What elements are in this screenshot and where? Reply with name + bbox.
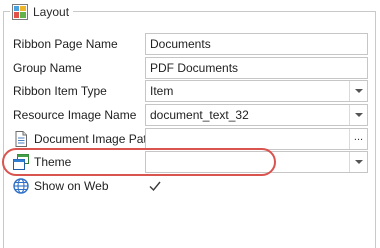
show-on-web-row: Show on Web (0, 175, 380, 197)
ribbon-item-type-label: Ribbon Item Type (13, 84, 107, 98)
theme-icon (12, 153, 30, 171)
document-image-path-value (146, 129, 349, 149)
group-name-input[interactable]: PDF Documents (145, 57, 368, 79)
theme-label: Theme (34, 155, 72, 169)
show-on-web-checkbox[interactable] (147, 178, 163, 194)
document-image-path-row: Document Image Path ... (0, 128, 380, 150)
globe-icon (12, 177, 30, 195)
chevron-down-icon (354, 89, 363, 93)
theme-dropdown-button[interactable] (349, 152, 367, 172)
resource-image-name-value: document_text_32 (150, 108, 249, 122)
chevron-down-icon (354, 160, 363, 164)
theme-row: Theme (0, 151, 380, 173)
ribbon-item-type-dropdown-button[interactable] (349, 81, 367, 101)
group-name-label: Group Name (13, 61, 82, 75)
resource-image-name-label: Resource Image Name (13, 108, 137, 122)
resource-image-name-dropdown[interactable]: document_text_32 (145, 104, 368, 126)
browse-button-label: ... (353, 131, 364, 143)
ribbon-page-name-row: Ribbon Page Name Documents (0, 33, 380, 55)
show-on-web-label: Show on Web (34, 179, 109, 193)
ribbon-page-name-value: Documents (150, 37, 211, 51)
resource-image-name-dropdown-button[interactable] (349, 105, 367, 125)
ribbon-page-name-label: Ribbon Page Name (13, 37, 118, 51)
checkmark-icon (149, 181, 161, 192)
group-name-row: Group Name PDF Documents (0, 57, 380, 79)
chevron-down-icon (354, 113, 363, 117)
layout-group-header: Layout (10, 3, 74, 20)
layout-group-title: Layout (33, 4, 70, 19)
browse-button[interactable]: ... (349, 129, 367, 149)
ribbon-page-name-input[interactable]: Documents (145, 33, 368, 55)
theme-value (146, 152, 349, 172)
theme-dropdown[interactable] (145, 151, 368, 173)
layout-group-icon (12, 3, 28, 20)
document-image-path-label: Document Image Path (34, 132, 154, 146)
ribbon-item-type-dropdown[interactable]: Item (145, 80, 368, 102)
resource-image-name-row: Resource Image Name document_text_32 (0, 104, 380, 126)
document-icon (12, 130, 30, 148)
group-name-value: PDF Documents (150, 61, 239, 75)
ribbon-item-type-row: Ribbon Item Type Item (0, 80, 380, 102)
document-image-path-input[interactable]: ... (145, 128, 368, 150)
ribbon-item-type-value: Item (150, 84, 174, 98)
